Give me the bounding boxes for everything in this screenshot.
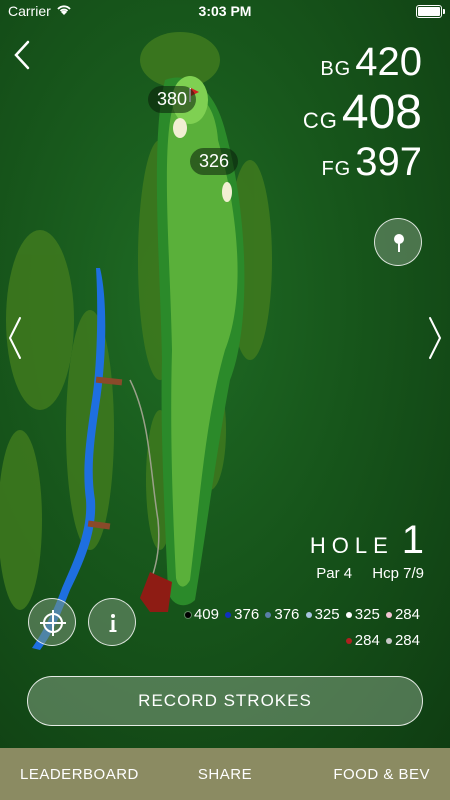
tee-yardage: 376 <box>265 602 299 628</box>
tee-yardages: 409 376 376 325 325 284 284 284 <box>170 602 420 654</box>
tee-yardage: 284 <box>345 628 380 654</box>
tee-color-dot <box>305 612 312 619</box>
distance-back-green: BG 420 <box>320 40 422 84</box>
hole-number: 1 <box>401 518 424 562</box>
hole-title: HOLE 1 <box>309 518 424 562</box>
handicap-label: Hcp 7/9 <box>372 565 424 582</box>
pin-location-button[interactable] <box>374 218 422 266</box>
distance-marker-326[interactable]: 326 <box>190 148 239 175</box>
clock: 3:03 PM <box>198 3 252 19</box>
crosshair-icon <box>40 610 66 636</box>
tee-color-dot <box>385 638 392 645</box>
hole-info: HOLE 1 Par 4 Hcp 7/9 <box>310 518 424 582</box>
tee-color-dot <box>184 612 191 619</box>
tab-leaderboard[interactable]: LEADERBOARD <box>0 766 157 783</box>
tee-yardage: 325 <box>345 602 380 628</box>
tee-yardage: 376 <box>225 602 259 628</box>
distance-center-green: CG 408 <box>302 86 422 139</box>
record-strokes-button[interactable]: RECORD STROKES <box>27 676 423 726</box>
tee-color-dot <box>345 612 352 619</box>
gps-target-button[interactable] <box>28 598 76 646</box>
distance-marker-380[interactable]: 380 <box>148 86 197 113</box>
tee-color-dot <box>265 612 272 619</box>
green-distances: BG 420 CG 408 FG 397 <box>303 40 422 185</box>
pin-icon <box>394 234 404 252</box>
back-chevron-icon[interactable] <box>10 38 36 72</box>
tee-yardage: 284 <box>385 628 420 654</box>
par-label: Par 4 <box>316 565 353 582</box>
tee-yardage: 409 <box>184 602 219 628</box>
tee-color-dot <box>225 612 232 619</box>
tab-food-bev[interactable]: FOOD & BEV <box>293 766 450 783</box>
tee-color-dot <box>385 612 392 619</box>
distance-front-green: FG 397 <box>321 140 422 184</box>
tee-color-dot <box>345 638 352 645</box>
battery-icon <box>416 5 445 18</box>
previous-hole-chevron-icon[interactable] <box>4 314 26 362</box>
hole-info-button[interactable] <box>88 598 136 646</box>
status-bar: Carrier 3:03 PM <box>0 0 450 24</box>
tab-share[interactable]: SHARE <box>157 766 294 783</box>
par-handicap: Par 4 Hcp 7/9 <box>310 565 424 582</box>
bottom-tab-bar: LEADERBOARD SHARE FOOD & BEV <box>0 748 450 800</box>
next-hole-chevron-icon[interactable] <box>424 314 446 362</box>
tee-yardage: 284 <box>385 602 420 628</box>
tee-yardage: 325 <box>305 602 340 628</box>
info-icon <box>109 614 117 632</box>
